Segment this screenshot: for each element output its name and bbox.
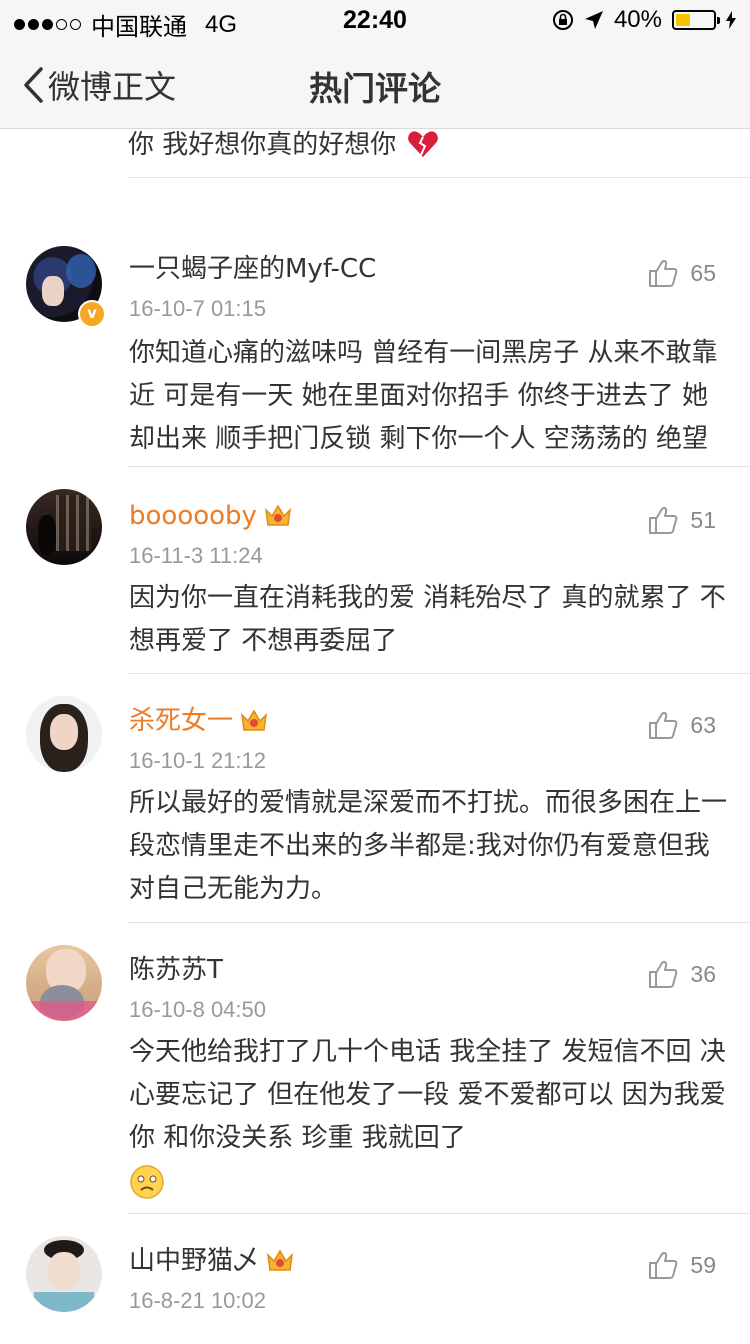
avatar[interactable] [26,1236,102,1312]
like-button[interactable]: 51 [648,505,716,535]
username-text: boooooby [129,501,257,531]
thumbs-up-icon [649,260,678,287]
vip-crown-icon [266,1249,294,1271]
sad-face-emoji [130,1164,164,1199]
comment-item: 陈苏苏T 16-10-8 04:50 36 今天他给我打了几十个电话 我全挂了 … [0,923,750,1213]
comment-item: boooooby 16-11-3 11:24 51 因为你一直在消耗我的爱 消耗… [0,467,750,673]
comment-item: 山中野猫乄 16-8-21 10:02 59 [0,1214,750,1344]
status-bar: 中国联通 4G 22:40 40% [0,0,750,41]
comment-text: 你 我好想你真的好想你 [128,130,397,160]
comment-text: 你知道心痛的滋味吗 曾经有一间黑房子 从来不敢靠近 可是有一天 她在里面对你招手… [129,338,718,454]
comment-text: 所以最好的爱情就是深爱而不打扰。而很多困在上一段恋情里走不出来的多半都是:我对你… [129,788,728,904]
like-count: 59 [690,1251,716,1278]
username-text: 杀死女一 [129,706,234,736]
avatar[interactable] [26,945,102,1021]
broken-heart-emoji [407,131,438,157]
battery-icon [672,10,720,30]
like-count: 63 [690,711,716,738]
comment-text: 因为你一直在消耗我的爱 消耗殆尽了 真的就累了 不想再爱了 不想再委屈了 [129,583,726,656]
battery-percent: 40% [613,6,662,33]
comment-time: 16-8-21 10:02 [129,1288,266,1313]
like-button[interactable]: 59 [648,1250,716,1280]
comment-list: 你 我好想你真的好想你 v 一只蝎子座的Myf-CC 16-10-7 01:15… [0,129,750,1344]
partial-comment: 你 我好想你真的好想你 [0,129,750,177]
like-button[interactable]: 63 [648,710,716,740]
avatar[interactable] [26,489,102,565]
avatar[interactable] [26,696,102,772]
comment-item: 杀死女一 16-10-1 21:12 63 所以最好的爱情就是深爱而不打扰。而很… [0,674,750,922]
location-arrow-icon [584,11,603,29]
thumbs-up-icon [649,712,678,739]
comment-time: 16-11-3 11:24 [129,543,263,568]
comment-time: 16-10-1 21:12 [129,748,266,773]
like-button[interactable]: 36 [648,959,716,989]
thumbs-up-icon [649,1252,678,1279]
comment-text: 今天他给我打了几十个电话 我全挂了 发短信不回 决心要忘记了 但在他发了一段 爱… [129,1031,729,1203]
nav-bar: 微博正文 热门评论 [0,40,750,129]
username[interactable]: 山中野猫乄 [129,1244,295,1278]
page-title: 热门评论 [309,69,441,108]
rotation-lock-icon [552,10,573,30]
verified-badge-icon: v [78,300,106,328]
vip-crown-icon [264,504,291,526]
like-count: 51 [690,506,716,533]
charging-bolt-icon [726,11,736,29]
like-count: 65 [690,259,716,286]
username[interactable]: boooooby [129,499,293,533]
thumbs-up-icon [649,507,678,534]
thumbs-up-icon [649,961,678,988]
comment-time: 16-10-8 04:50 [129,997,266,1022]
comment-text-body: 今天他给我打了几十个电话 我全挂了 发短信不回 决心要忘记了 但在他发了一段 爱… [129,1037,726,1153]
username-text: 山中野猫乄 [129,1246,260,1276]
like-count: 36 [690,960,716,987]
username[interactable]: 一只蝎子座的Myf-CC [129,252,376,286]
comment-item: v 一只蝎子座的Myf-CC 16-10-7 01:15 65 你知道心痛的滋味… [0,178,750,466]
username[interactable]: 杀死女一 [129,704,269,738]
comment-time: 16-10-7 01:15 [129,296,266,321]
vip-crown-icon [240,709,268,731]
like-button[interactable]: 65 [648,258,716,288]
username[interactable]: 陈苏苏T [129,953,223,987]
